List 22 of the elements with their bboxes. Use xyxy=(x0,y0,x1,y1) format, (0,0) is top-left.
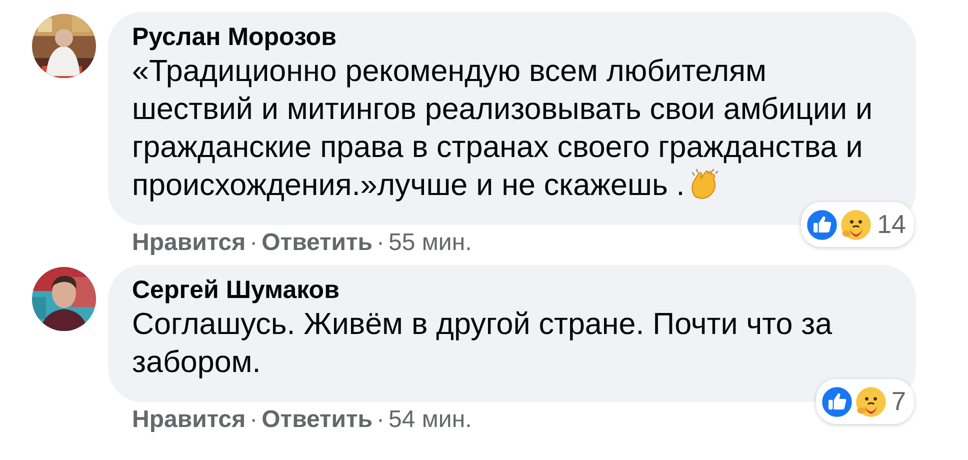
timestamp[interactable]: 54 мин. xyxy=(388,406,472,433)
author-name[interactable]: Сергей Шумаков xyxy=(132,275,892,305)
separator-dot: · xyxy=(250,406,258,433)
reply-link[interactable]: Ответить xyxy=(262,229,373,256)
hugging-emoji-icon xyxy=(854,384,888,418)
timestamp[interactable]: 55 мин. xyxy=(388,229,472,256)
like-link[interactable]: Нравится xyxy=(132,406,246,433)
comment-text: Соглашусь. Живём в другой стране. Почти что за забором. xyxy=(132,306,834,381)
reaction-count: 7 xyxy=(892,385,906,418)
thumbs-up-icon xyxy=(805,208,840,242)
hugging-emoji-icon xyxy=(839,208,874,242)
author-name[interactable]: Руслан Морозов xyxy=(132,22,892,52)
separator-dot: · xyxy=(376,406,385,433)
reaction-count: 14 xyxy=(877,208,906,241)
comment-text: «Традиционно рекомендую всем любителям шествий и митингов реализовывать свои амбиции и гражданские права в странах своего гражданства и происхождения.»лучше и не скажешь . xyxy=(132,53,874,204)
separator-dot: · xyxy=(250,229,258,256)
reply-link[interactable]: Ответить xyxy=(262,406,373,433)
reactions-pill[interactable]: 7 xyxy=(816,379,914,424)
separator-dot: · xyxy=(376,229,385,256)
like-link[interactable]: Нравится xyxy=(132,229,246,256)
thumbs-up-icon xyxy=(820,384,854,418)
reactions-pill[interactable]: 14 xyxy=(801,202,914,247)
